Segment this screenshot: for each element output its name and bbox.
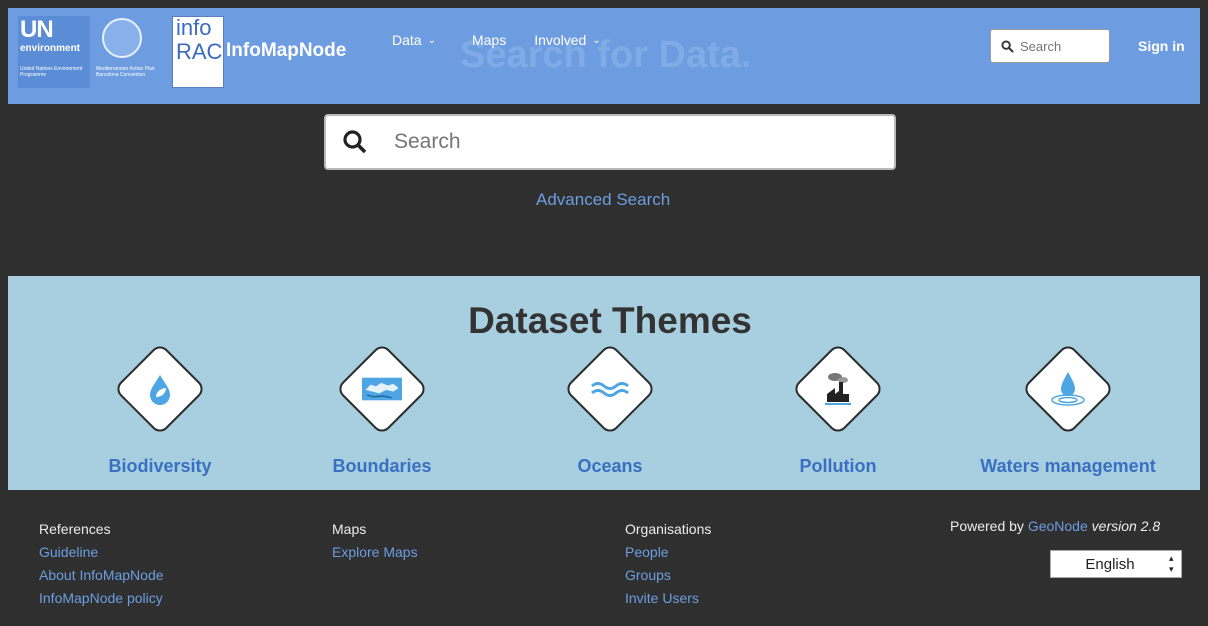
advanced-search-link[interactable]: Advanced Search [536,190,670,210]
site-footer [8,490,1200,626]
nav-involved-label: Involved [534,32,587,48]
un-environment-logo[interactable]: UN environment United Nations Environmen… [18,16,90,88]
search-icon [1001,39,1014,53]
footer-heading: References [39,521,111,537]
select-arrows-icon: ▴ ▾ [1169,553,1174,574]
theme-oceans[interactable]: Oceans [510,342,710,477]
chevron-down-icon: ⌄ [592,34,601,46]
map-logo-caption: Mediterranean Action Plan Barcelona Conv… [96,66,155,78]
nav-involved-menu[interactable]: Involved ⌄ [534,32,601,48]
nav-data-menu[interactable]: Data ⌄ [392,32,436,48]
geonode-link[interactable]: GeoNode [1028,518,1088,534]
footer-maps-column: Maps Explore Maps [332,518,418,564]
theme-waters-management[interactable]: Waters management [968,342,1168,477]
theme-label: Pollution [799,456,877,476]
main-search-input[interactable] [394,130,854,154]
footer-heading: Organisations [625,521,712,537]
chevron-down-icon: ⌄ [427,34,436,46]
mediterranean-action-plan-logo[interactable]: Mediterranean Action Plan Barcelona Conv… [96,16,166,88]
footer-link-policy[interactable]: InfoMapNode policy [39,587,164,610]
theme-pollution[interactable]: Pollution [738,342,938,477]
version-text: version 2.8 [1091,518,1161,534]
main-nav: Data ⌄ Maps Involved ⌄ [392,32,617,48]
un-logo-text: UN [20,16,54,43]
theme-tile [563,342,657,436]
footer-link-groups[interactable]: Groups [625,564,711,587]
theme-tile [113,342,207,436]
footer-organisations-column: Organisations People Groups Invite Users [625,518,711,610]
factory-icon [825,373,851,405]
footer-references-column: References Guideline About InfoMapNode I… [39,518,164,610]
theme-label: Boundaries [332,456,432,476]
map-emblem-icon [102,18,142,58]
theme-tile [335,342,429,436]
nav-maps-label: Maps [471,32,507,48]
footer-link-people[interactable]: People [625,541,711,564]
map-icon [362,377,402,401]
inforac-logo-bottom: RAC [176,39,223,64]
footer-link-invite-users[interactable]: Invite Users [625,587,711,610]
navbar-search-input[interactable] [1020,38,1100,54]
footer-link-about[interactable]: About InfoMapNode [39,564,164,587]
theme-label: Waters management [980,456,1156,476]
inforac-logo-top: info [176,15,212,40]
nav-maps-link[interactable]: Maps [472,32,506,48]
language-selected-value: English [1085,555,1135,573]
language-select[interactable]: English ▴ ▾ [1050,550,1182,578]
powered-by: Powered by GeoNode version 2.8 [950,518,1160,534]
theme-biodiversity[interactable]: Biodiversity [60,342,260,477]
nav-data-label: Data [392,32,422,48]
powered-prefix: Powered by [950,518,1024,534]
dataset-themes-title: Dataset Themes [468,300,752,341]
theme-label: Oceans [577,456,643,476]
theme-boundaries[interactable]: Boundaries [282,342,482,477]
main-search [324,114,896,170]
waves-icon [591,382,629,397]
theme-tile [1021,342,1115,436]
un-logo-environment-text: environment [20,43,81,54]
footer-link-guideline[interactable]: Guideline [39,541,164,564]
inforac-logo[interactable]: info RAC [172,15,224,88]
sign-in-link[interactable]: Sign in [1138,38,1185,54]
theme-label: Biodiversity [108,456,212,476]
footer-link-explore-maps[interactable]: Explore Maps [332,541,418,564]
un-logo-caption: United Nations Environment Programme [20,66,83,78]
brand-name[interactable]: InfoMapNode [226,40,346,62]
partner-logos: UN environment United Nations Environmen… [18,15,224,88]
search-icon [343,130,367,154]
water-drop-icon [1051,372,1085,406]
theme-tile [791,342,885,436]
navbar-search [990,29,1110,63]
leaf-drop-icon [150,375,170,405]
footer-heading: Maps [332,521,367,537]
